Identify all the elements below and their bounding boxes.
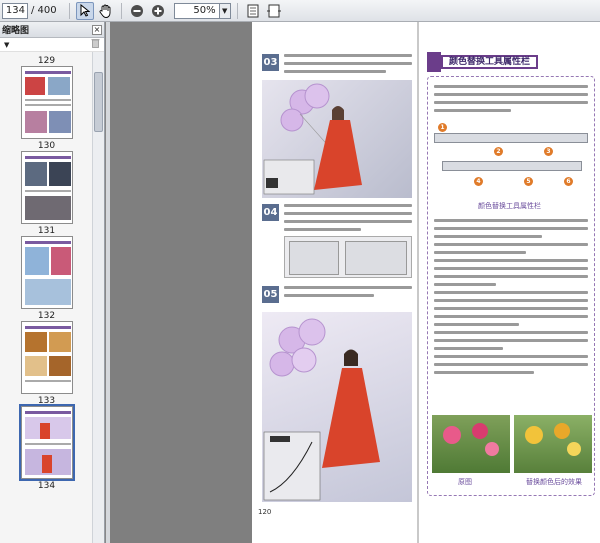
- toolbar-separator: [68, 2, 70, 19]
- thumbnail-image[interactable]: [20, 321, 73, 394]
- hand-tool-icon[interactable]: [97, 2, 115, 20]
- toolbar-caption: 颜色替换工具属性栏: [478, 202, 541, 210]
- page-number-input[interactable]: 134: [2, 2, 28, 19]
- fit-width-icon[interactable]: [265, 2, 283, 20]
- flower-photo-replaced: [514, 415, 592, 473]
- info-box: 1 2 3 4 5 6 颜色替换工具属性栏 原图 替换颜色后的效果: [427, 76, 595, 496]
- adjustment-panels: [284, 236, 412, 278]
- description-text: [434, 219, 588, 379]
- thumbnail-label: 129: [37, 56, 56, 66]
- zoom-in-icon[interactable]: [149, 2, 167, 20]
- thumbnail-item[interactable]: 131: [0, 226, 93, 309]
- thumbnail-image[interactable]: [20, 66, 73, 139]
- thumbnail-label: 131: [37, 226, 56, 236]
- options-bar-illustration: 1 2 3 4 5 6: [434, 123, 588, 195]
- panel-scrollbar[interactable]: [92, 52, 104, 543]
- step-text: [284, 204, 412, 236]
- page-total-label: / 400: [31, 5, 57, 16]
- step-number: 05: [262, 286, 279, 303]
- panel-tools: ▼: [0, 38, 104, 52]
- delete-icon[interactable]: [91, 38, 100, 51]
- thumbnail-label: 134: [37, 481, 56, 491]
- section-title: 颜色替换工具属性栏: [441, 55, 539, 69]
- toolbar-separator: [120, 2, 122, 19]
- page-number: 120: [258, 508, 272, 516]
- thumbnail-item[interactable]: 129: [0, 56, 93, 139]
- zoom-select[interactable]: 50% ▼: [173, 2, 231, 19]
- model-photo-1: [262, 80, 412, 198]
- page-gutter: [417, 22, 419, 543]
- thumbnail-item[interactable]: 130: [0, 141, 93, 224]
- thumbnail-list[interactable]: 129 130 131 132 133 134: [0, 52, 93, 543]
- thumbnail-image-current[interactable]: [18, 404, 75, 481]
- top-toolbar: 134 / 400 50% ▼: [0, 0, 600, 22]
- zoom-value-field[interactable]: 50%: [173, 2, 220, 19]
- thumbnail-item[interactable]: 133: [0, 396, 93, 481]
- toolbar-separator: [236, 2, 238, 19]
- fit-page-icon[interactable]: [244, 2, 262, 20]
- section-header: 颜色替换工具属性栏: [427, 52, 592, 72]
- caption-original: 原图: [458, 478, 472, 486]
- select-arrow-icon[interactable]: [75, 1, 94, 20]
- scrollbar-thumb[interactable]: [94, 72, 103, 132]
- thumbnail-label: 133: [37, 396, 56, 406]
- zoom-out-icon[interactable]: [128, 2, 146, 20]
- thumbnail-item[interactable]: 134: [0, 481, 93, 491]
- thumbnail-label: 130: [37, 141, 56, 151]
- document-view[interactable]: 03 04 05 120 颜色替换工具属性栏 1 2 3 4 5 6 颜色替换工…: [110, 22, 600, 543]
- chevron-down-icon[interactable]: ▼: [219, 2, 231, 19]
- thumbnail-image[interactable]: [20, 151, 73, 224]
- thumbnail-panel: 缩略图 × ▼ 129 130 131 132 133 134: [0, 22, 105, 543]
- book-spread: 03 04 05 120 颜色替换工具属性栏 1 2 3 4 5 6 颜色替换工…: [252, 22, 600, 543]
- model-photo-2: [262, 312, 412, 502]
- panel-header: 缩略图 ×: [0, 22, 104, 38]
- step-text: [284, 286, 412, 302]
- thumbnail-label: 132: [37, 311, 56, 321]
- options-dropdown-icon[interactable]: ▼: [4, 41, 9, 49]
- step-number: 04: [262, 204, 279, 221]
- close-icon[interactable]: ×: [92, 24, 102, 35]
- step-number: 03: [262, 54, 279, 71]
- step-text: [284, 54, 412, 78]
- thumbnail-item[interactable]: 132: [0, 311, 93, 394]
- intro-text: [434, 85, 588, 117]
- panel-title: 缩略图: [2, 26, 30, 36]
- thumbnail-image[interactable]: [20, 236, 73, 309]
- flower-photo-original: [432, 415, 510, 473]
